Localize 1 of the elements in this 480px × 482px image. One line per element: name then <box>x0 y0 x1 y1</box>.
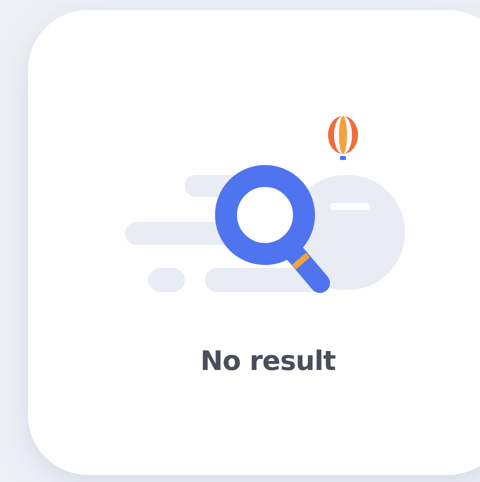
empty-state-message: No result <box>200 346 336 377</box>
